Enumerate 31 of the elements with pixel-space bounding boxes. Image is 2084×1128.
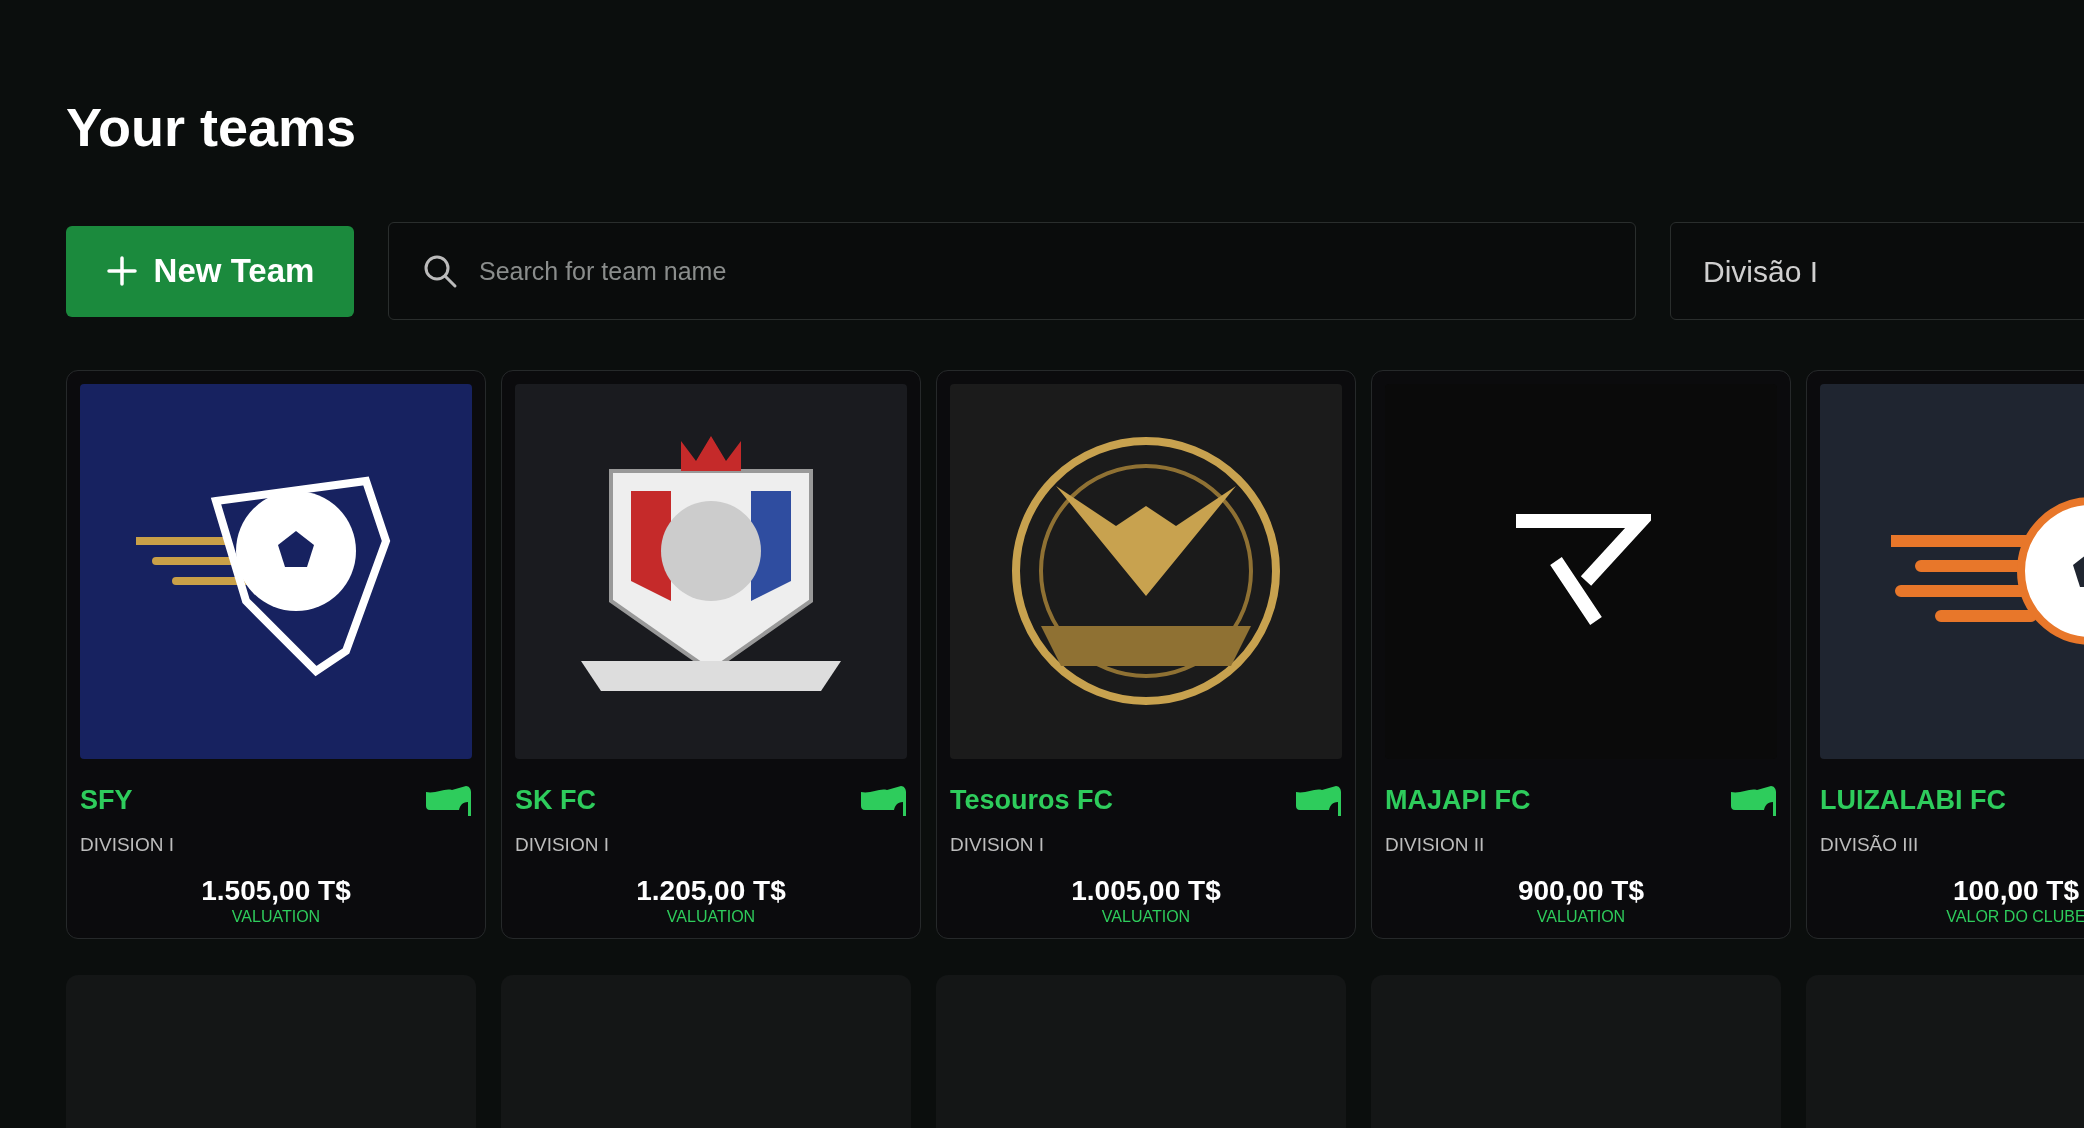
valuation-label: VALUATION [231,909,321,925]
team-valuation: 1.505,00 T$ [201,877,351,905]
search-icon [422,253,458,289]
division-label: DIVISION II [1385,832,1485,857]
valuation-label: VALUATION [1101,909,1191,925]
team-card[interactable]: MAJAPI FC DIVISION II 900,00 T$ VALUATION [1371,370,1791,939]
team-valuation: 1.205,00 T$ [636,877,786,905]
team-card[interactable]: SK FC DIVISION I 1.205,00 T$ VALUATION [501,370,921,939]
team-name: LUIZALABI FC [1820,784,2006,818]
division-label: DIVISION I [515,832,609,857]
search-field[interactable]: Search for team name [388,222,1636,320]
team-valuation: 100,00 T$ [1952,877,2080,905]
team-name: SK FC [515,784,596,818]
division-label: DIVISION I [950,832,1044,857]
division-label: DIVISÃO III [1820,832,1919,857]
page-title: Your teams [66,100,357,159]
team-name: Tesouros FC [950,784,1113,818]
plus-icon [105,255,138,287]
team-name: SFY [80,784,133,818]
valuation-label: VALOR DO CLUBE [1946,909,2084,925]
team-card[interactable]: SFY DIVISION I 1.505,00 T$ VALUATION [66,370,486,939]
team-card[interactable]: LUIZALABI FC DIVISÃO III 100,00 T$ VALOR DO CLUBE [1806,370,2084,939]
valuation-label: VALUATION [1536,909,1626,925]
team-valuation: 900,00 T$ [1517,877,1645,905]
team-card[interactable]: Tesouros FC DIVISION I 1.005,00 T$ VALUATION [936,370,1356,939]
division-dropdown[interactable]: Divisão I [1670,222,2084,320]
division-label: DIVISION I [80,832,174,857]
team-valuation: 1.005,00 T$ [1071,877,1221,905]
valuation-label: VALUATION [666,909,756,925]
team-name: MAJAPI FC [1385,784,1531,818]
new-team-button[interactable]: New Team [66,225,354,317]
